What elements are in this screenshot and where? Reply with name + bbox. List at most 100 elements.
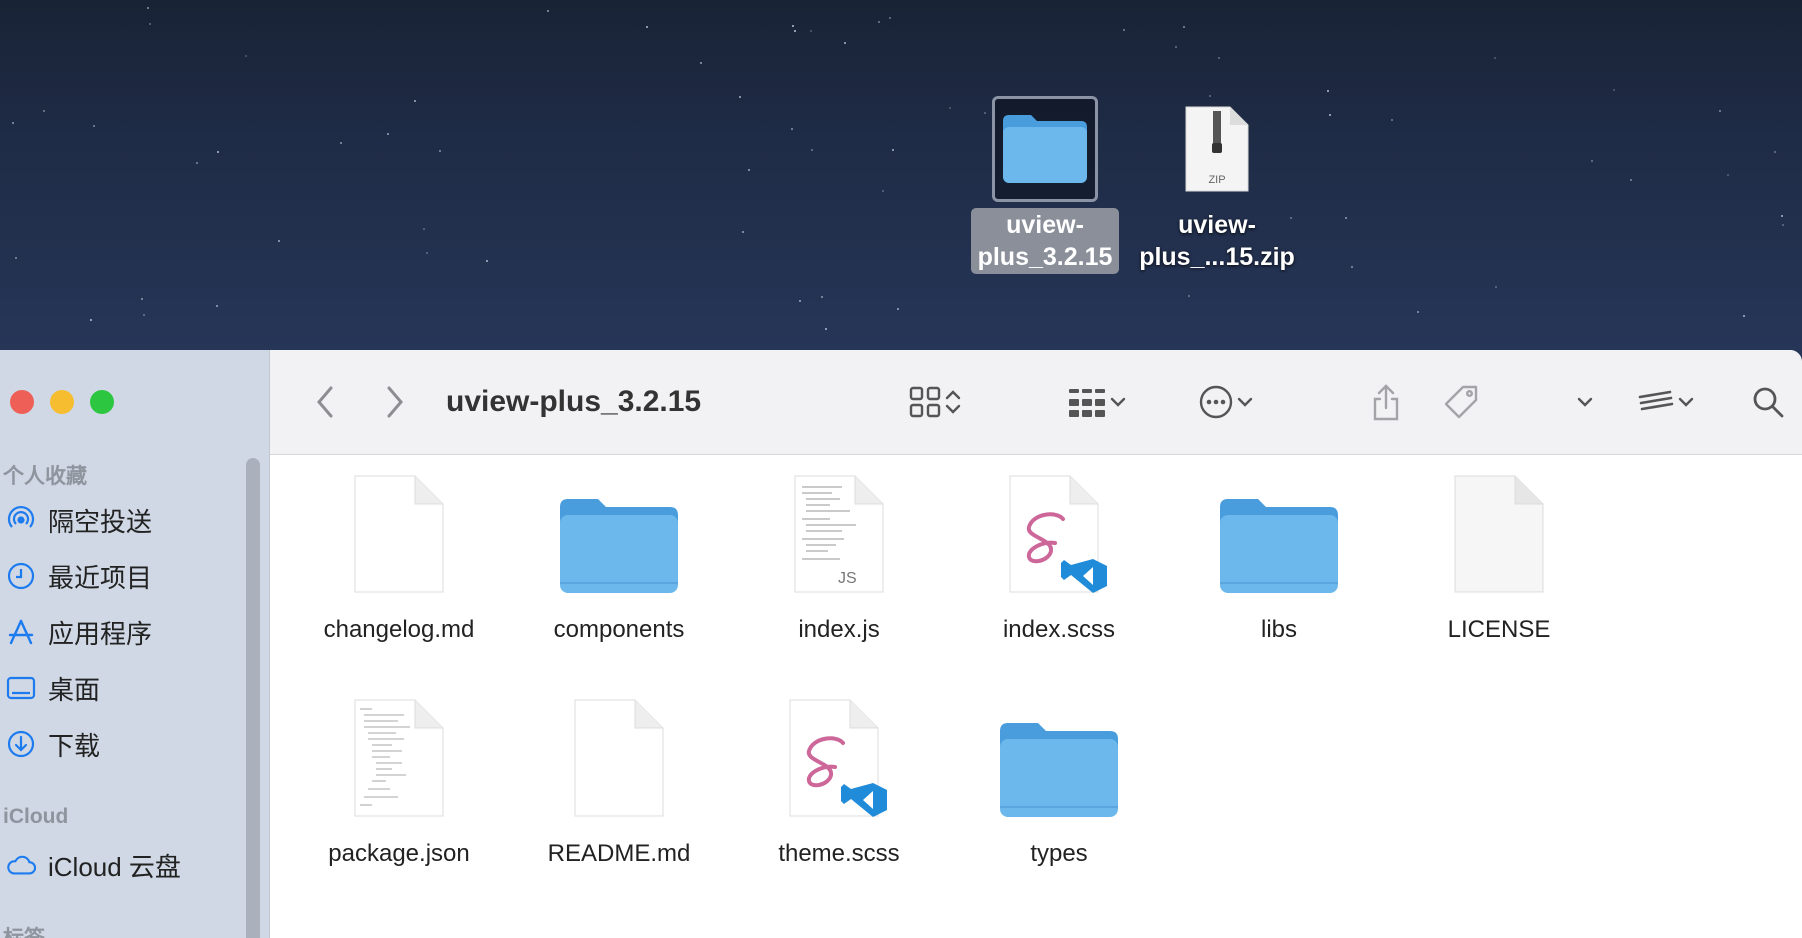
share-button[interactable]	[1366, 382, 1406, 422]
folder-item[interactable]: types	[959, 693, 1159, 869]
back-button[interactable]	[310, 382, 340, 422]
document-icon	[519, 693, 719, 819]
star-decoration	[1345, 217, 1347, 219]
file-item[interactable]: package.json	[299, 693, 499, 869]
file-name: changelog.md	[323, 616, 475, 643]
star-decoration	[825, 328, 827, 330]
file-name: components	[553, 616, 685, 643]
star-decoration	[1329, 114, 1331, 116]
sidebar-item-recents[interactable]: 最近项目	[6, 554, 152, 598]
download-icon	[6, 729, 36, 759]
close-window-button[interactable]	[10, 390, 34, 414]
desktop-item-label: uview-plus_3.2.15	[970, 208, 1120, 274]
star-decoration	[1613, 89, 1615, 91]
star-decoration	[387, 133, 389, 135]
desktop-item-label: uview-plus_...15.zip	[1139, 211, 1295, 271]
star-decoration	[1327, 90, 1329, 92]
star-decoration	[216, 305, 218, 307]
sidebar-item-label: 桌面	[48, 674, 101, 705]
applications-icon	[6, 617, 36, 647]
star-decoration	[15, 257, 17, 259]
more-actions-button[interactable]	[1194, 382, 1260, 422]
file-name: package.json	[328, 840, 470, 867]
star-decoration	[1719, 110, 1721, 112]
star-decoration	[217, 151, 219, 153]
desktop-item-zip[interactable]: ZIP uview-plus_...15.zip	[1132, 96, 1302, 274]
sidebar-item-desktop[interactable]: 桌面	[6, 666, 100, 710]
finder-window: 个人收藏 隔空投送 最近项目 应用程序 桌面 下载 iCloud iCloud …	[0, 350, 1802, 938]
star-decoration	[1183, 26, 1185, 28]
airdrop-icon	[6, 505, 36, 535]
sidebar-item-applications[interactable]: 应用程序	[6, 610, 152, 654]
star-decoration	[426, 252, 428, 254]
forward-button[interactable]	[380, 382, 410, 422]
document-icon	[1399, 469, 1599, 595]
star-decoration	[889, 17, 891, 19]
star-decoration	[794, 30, 796, 32]
file-grid: changelog.md components JS index.js inde…	[270, 455, 1802, 938]
star-decoration	[739, 96, 741, 98]
star-decoration	[748, 169, 750, 171]
back-chevron-icon	[317, 386, 333, 418]
json-file-icon	[299, 693, 499, 819]
search-button[interactable]	[1748, 382, 1788, 422]
star-decoration	[1782, 224, 1784, 226]
scss-file-icon	[739, 693, 939, 819]
star-decoration	[1188, 295, 1190, 297]
group-by-button[interactable]	[1060, 382, 1136, 422]
sidebar-item-downloads[interactable]: 下载	[6, 722, 100, 766]
star-decoration	[1743, 315, 1745, 317]
star-decoration	[791, 128, 793, 130]
sidebar-item-airdrop[interactable]: 隔空投送	[6, 498, 152, 542]
desktop-icon	[6, 673, 36, 703]
file-item[interactable]: theme.scss	[739, 693, 939, 869]
sidebar-scrollbar[interactable]	[246, 458, 260, 938]
scss-file-icon	[959, 469, 1159, 595]
file-item[interactable]: index.scss	[959, 469, 1159, 645]
toolbar-overflow-button[interactable]	[1570, 382, 1600, 422]
folder-item[interactable]: components	[519, 469, 719, 645]
file-name: index.scss	[1002, 616, 1116, 643]
desktop-item-folder[interactable]: uview-plus_3.2.15	[960, 96, 1130, 274]
file-name: types	[1030, 840, 1088, 867]
star-decoration	[147, 7, 149, 9]
star-decoration	[486, 260, 488, 262]
star-decoration	[1123, 29, 1125, 31]
zip-badge: ZIP	[1208, 174, 1225, 186]
star-decoration	[340, 142, 342, 144]
star-decoration	[897, 308, 899, 310]
file-item[interactable]: changelog.md	[299, 469, 499, 645]
file-item[interactable]: JS index.js	[739, 469, 939, 645]
folder-icon	[519, 469, 719, 595]
sidebar-item-label: 隔空投送	[48, 506, 153, 537]
star-decoration	[1218, 57, 1220, 59]
star-decoration	[1351, 266, 1353, 268]
sidebar-header-tags: 标签	[3, 922, 45, 938]
zoom-window-button[interactable]	[90, 390, 114, 414]
file-name: README.md	[547, 840, 691, 867]
minimize-window-button[interactable]	[50, 390, 74, 414]
file-item[interactable]: LICENSE	[1399, 469, 1599, 645]
tag-button[interactable]	[1440, 382, 1482, 422]
forward-chevron-icon	[387, 386, 403, 418]
folder-item[interactable]: libs	[1179, 469, 1379, 645]
file-item[interactable]: README.md	[519, 693, 719, 869]
stage-manager-button[interactable]	[1632, 382, 1702, 422]
star-decoration	[90, 319, 92, 321]
star-decoration	[1175, 46, 1177, 48]
star-decoration	[882, 190, 884, 192]
more-actions-icon	[1199, 385, 1233, 419]
star-decoration	[844, 42, 846, 44]
file-name: LICENSE	[1447, 616, 1551, 643]
star-decoration	[792, 25, 794, 27]
document-icon	[299, 469, 499, 595]
star-decoration	[141, 298, 143, 300]
sidebar-item-icloud-drive[interactable]: iCloud 云盘	[6, 843, 181, 887]
star-decoration	[949, 107, 951, 109]
view-mode-button[interactable]	[900, 382, 972, 422]
sidebar-header-favorites: 个人收藏	[3, 465, 87, 488]
desktop: uview-plus_3.2.15 ZIP uview-plus_...15.z…	[0, 0, 1802, 360]
toolbar: uview-plus_3.2.15	[270, 350, 1802, 455]
star-decoration	[93, 125, 95, 127]
star-decoration	[143, 314, 145, 316]
